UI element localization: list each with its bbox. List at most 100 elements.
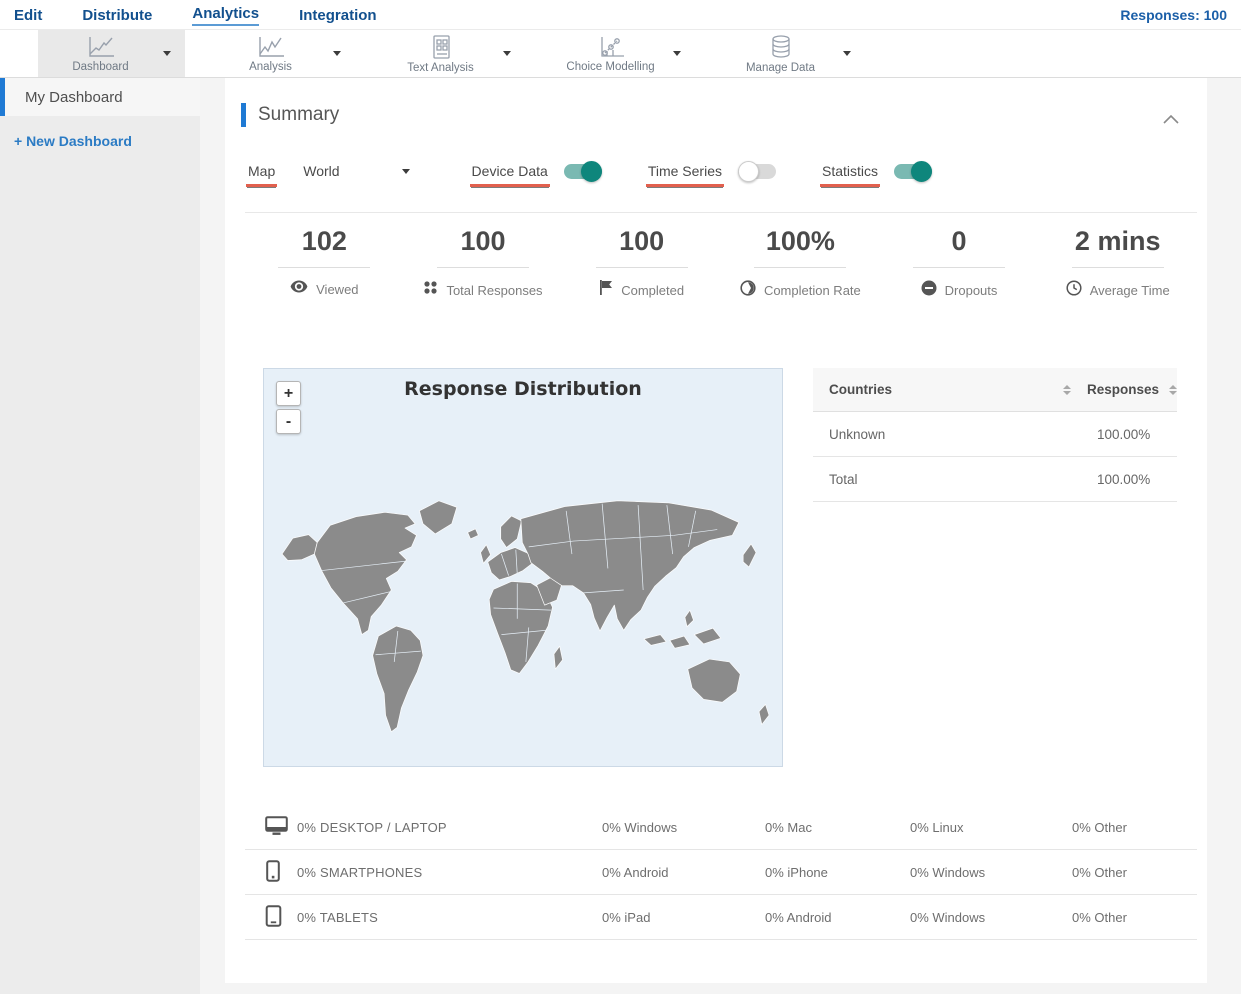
chevron-down-icon[interactable] bbox=[503, 51, 511, 56]
toolbar-item-manage-data[interactable]: Manage Data bbox=[718, 30, 865, 77]
map-region-new-zealand bbox=[758, 704, 770, 725]
country-value: 100.00% bbox=[1097, 426, 1151, 442]
stat-label: Completed bbox=[621, 282, 685, 298]
country-name: Total bbox=[829, 471, 858, 487]
desktop-icon bbox=[265, 815, 297, 839]
toolbar-item-dashboard[interactable]: Dashboard bbox=[38, 30, 185, 77]
toolbar-item-analysis[interactable]: Analysis bbox=[208, 30, 355, 77]
toolbar-item-label: Text Analysis bbox=[407, 61, 474, 74]
toolbar-item-label: Choice Modelling bbox=[566, 60, 655, 73]
summary-controls: Map World Device Data Time Series Statis… bbox=[245, 156, 932, 187]
stat-value: 102 bbox=[301, 226, 347, 256]
database-icon bbox=[768, 34, 794, 60]
map-region-south-america bbox=[372, 625, 424, 733]
stat-completed: 100 Completed bbox=[562, 226, 721, 301]
flag-icon bbox=[599, 280, 621, 300]
table-row: Total 100.00% bbox=[813, 457, 1177, 502]
sidebar-item-label: My Dashboard bbox=[25, 88, 123, 106]
sort-icon[interactable] bbox=[1169, 384, 1177, 395]
divider bbox=[1071, 267, 1164, 268]
nav-item-distribute[interactable]: Distribute bbox=[82, 5, 152, 24]
chevron-down-icon[interactable] bbox=[673, 51, 681, 56]
statistics-label: Statistics bbox=[819, 163, 881, 187]
toolbar-item-text-analysis[interactable]: Text Analysis bbox=[378, 30, 525, 77]
stats-row: 102 Viewed 100 Total Responses 100 Compl… bbox=[245, 226, 1197, 301]
column-header-countries[interactable]: Countries bbox=[829, 382, 1063, 397]
chevron-down-icon[interactable] bbox=[163, 51, 171, 56]
device-cell: 0% Mac bbox=[765, 819, 812, 835]
toggle-knob bbox=[911, 160, 932, 182]
summary-title: Summary bbox=[258, 104, 340, 125]
chevron-up-icon[interactable] bbox=[1163, 111, 1179, 129]
response-distribution-map[interactable]: Response Distribution + - bbox=[263, 368, 783, 767]
summary-header: Summary bbox=[241, 103, 339, 127]
clock-icon bbox=[1066, 280, 1090, 301]
table-row-desktop: 0% DESKTOP / LAPTOP 0% Windows 0% Mac 0%… bbox=[245, 805, 1197, 850]
country-name: Unknown bbox=[829, 426, 886, 442]
stat-label: Completion Rate bbox=[763, 283, 861, 298]
sidebar-gap bbox=[200, 78, 225, 994]
nav-item-edit[interactable]: Edit bbox=[14, 5, 42, 24]
divider bbox=[278, 267, 371, 268]
contrast-icon bbox=[740, 280, 764, 301]
sort-icon[interactable] bbox=[1062, 384, 1071, 395]
country-value: 100.00% bbox=[1097, 471, 1151, 487]
toolbar-item-choice-modelling[interactable]: Choice Modelling bbox=[548, 30, 695, 77]
stat-completion-rate: 100% Completion Rate bbox=[721, 226, 880, 301]
map-region-asia bbox=[520, 500, 740, 632]
time-series-toggle[interactable] bbox=[737, 160, 776, 182]
new-dashboard-button[interactable]: + New Dashboard bbox=[0, 133, 200, 149]
device-cell: 0% Other bbox=[1072, 819, 1127, 835]
stat-label: Average Time bbox=[1089, 283, 1170, 298]
toolbar-item-label: Dashboard bbox=[72, 60, 129, 73]
stat-value: 2 mins bbox=[1074, 226, 1161, 256]
scatter-chart-icon bbox=[596, 35, 626, 59]
divider bbox=[437, 267, 529, 268]
device-cell: 0% Windows bbox=[910, 864, 986, 880]
table-row-tablets: 0% TABLETS 0% iPad 0% Android 0% Windows… bbox=[245, 895, 1197, 940]
stat-average-time: 2 mins Average Time bbox=[1038, 226, 1197, 301]
map-region-new-guinea bbox=[693, 627, 722, 645]
map-region-europe bbox=[487, 547, 533, 581]
device-cell: 0% Windows bbox=[602, 819, 678, 835]
device-category: 0% SMARTPHONES bbox=[297, 864, 423, 880]
map-zoom-in-button[interactable]: + bbox=[276, 381, 301, 406]
toggle-knob bbox=[580, 160, 602, 182]
map-region-iceland bbox=[467, 528, 479, 540]
device-cell: 0% Android bbox=[602, 864, 669, 880]
map-region-australia bbox=[687, 658, 741, 703]
world-map[interactable] bbox=[264, 415, 782, 765]
document-grid-icon bbox=[429, 34, 453, 60]
divider bbox=[754, 267, 847, 268]
map-region-alaska bbox=[281, 534, 318, 561]
device-cell: 0% Windows bbox=[910, 909, 986, 925]
dots-grid-icon bbox=[423, 280, 446, 300]
stat-label: Dropouts bbox=[944, 283, 998, 298]
map-region-value: World bbox=[303, 163, 340, 179]
sidebar-item-my-dashboard[interactable]: My Dashboard bbox=[0, 78, 200, 116]
map-region-select[interactable]: World bbox=[303, 163, 410, 179]
tablet-icon bbox=[265, 904, 297, 930]
chevron-down-icon bbox=[401, 168, 410, 174]
summary-card: Summary Map World Device Data Time Serie… bbox=[225, 78, 1207, 983]
device-cell: 0% Other bbox=[1072, 909, 1127, 925]
toolbar-item-label: Manage Data bbox=[745, 61, 816, 74]
chevron-down-icon[interactable] bbox=[333, 51, 341, 56]
chevron-down-icon[interactable] bbox=[843, 51, 851, 56]
divider bbox=[245, 212, 1197, 213]
device-data-label: Device Data bbox=[469, 163, 551, 187]
stat-label: Viewed bbox=[316, 281, 359, 297]
device-data-toggle[interactable] bbox=[563, 160, 602, 182]
statistics-toggle[interactable] bbox=[894, 160, 932, 182]
column-header-responses[interactable]: Responses bbox=[1087, 382, 1159, 397]
stat-label: Total Responses bbox=[446, 282, 543, 298]
device-category: 0% TABLETS bbox=[297, 909, 378, 925]
nav-item-integration[interactable]: Integration bbox=[299, 5, 377, 24]
map-region-philippines bbox=[684, 609, 694, 628]
countries-table: Countries Responses Unknown 100.00% Tota… bbox=[813, 368, 1177, 502]
countries-table-header: Countries Responses bbox=[813, 368, 1177, 412]
minus-circle-icon bbox=[921, 280, 945, 301]
nav-item-analytics[interactable]: Analytics bbox=[192, 3, 260, 26]
table-row-smartphones: 0% SMARTPHONES 0% Android 0% iPhone 0% W… bbox=[245, 850, 1197, 895]
device-cell: 0% Android bbox=[765, 909, 832, 925]
